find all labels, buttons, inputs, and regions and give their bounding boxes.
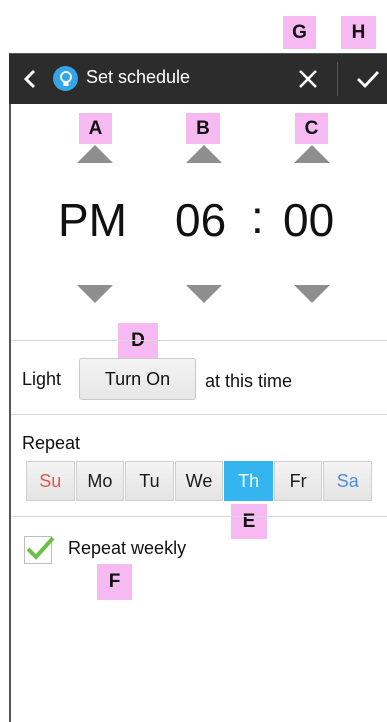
minute-decrement-icon[interactable] (294, 285, 330, 303)
minute-value[interactable]: 00 (283, 193, 334, 247)
ampm-value[interactable]: PM (58, 193, 127, 247)
annotation-badge-e: E (231, 504, 267, 539)
annotation-badge-a: A (79, 113, 112, 144)
repeat-weekly-label: Repeat weekly (68, 538, 187, 558)
page-title: Set schedule (86, 67, 191, 87)
day-button-tu[interactable]: Tu (125, 461, 174, 501)
ampm-increment-icon[interactable] (77, 145, 113, 163)
day-button-we[interactable]: We (174, 461, 224, 501)
hour-value[interactable]: 06 (175, 193, 226, 247)
annotation-badge-g: G (283, 16, 316, 49)
repeat-label: Repeat (22, 433, 81, 453)
section-divider (11, 516, 387, 517)
section-divider (11, 414, 387, 415)
close-icon[interactable] (298, 69, 318, 89)
ampm-decrement-icon[interactable] (77, 285, 113, 303)
annotation-badge-b: B (186, 113, 220, 144)
day-button-fr[interactable]: Fr (273, 461, 323, 501)
chevron-left-icon[interactable] (21, 69, 39, 89)
annotation-badge-h: H (341, 16, 376, 49)
hour-decrement-icon[interactable] (186, 285, 222, 303)
at-this-time-label: at this time (205, 371, 293, 391)
hour-increment-icon[interactable] (186, 145, 222, 163)
day-button-th[interactable]: Th (224, 461, 273, 501)
day-button-su[interactable]: Su (26, 461, 75, 501)
annotation-badge-c: C (295, 113, 328, 144)
turn-on-button[interactable]: Turn On (79, 358, 196, 400)
day-selector: Su Mo Tu We Th Fr Sa (26, 461, 373, 501)
checkmark-icon (26, 536, 55, 560)
section-divider (11, 340, 387, 341)
annotation-badge-f: F (97, 564, 132, 600)
day-button-sa[interactable]: Sa (323, 461, 373, 501)
check-icon[interactable] (356, 69, 380, 89)
repeat-weekly-checkbox[interactable] (24, 536, 55, 564)
light-label: Light (22, 369, 62, 389)
action-bar: Set schedule (9, 54, 387, 104)
action-bar-divider (337, 62, 338, 96)
minute-increment-icon[interactable] (294, 145, 330, 163)
day-button-mo[interactable]: Mo (75, 461, 125, 501)
time-separator: : (251, 191, 264, 243)
lightbulb-icon (53, 66, 78, 91)
